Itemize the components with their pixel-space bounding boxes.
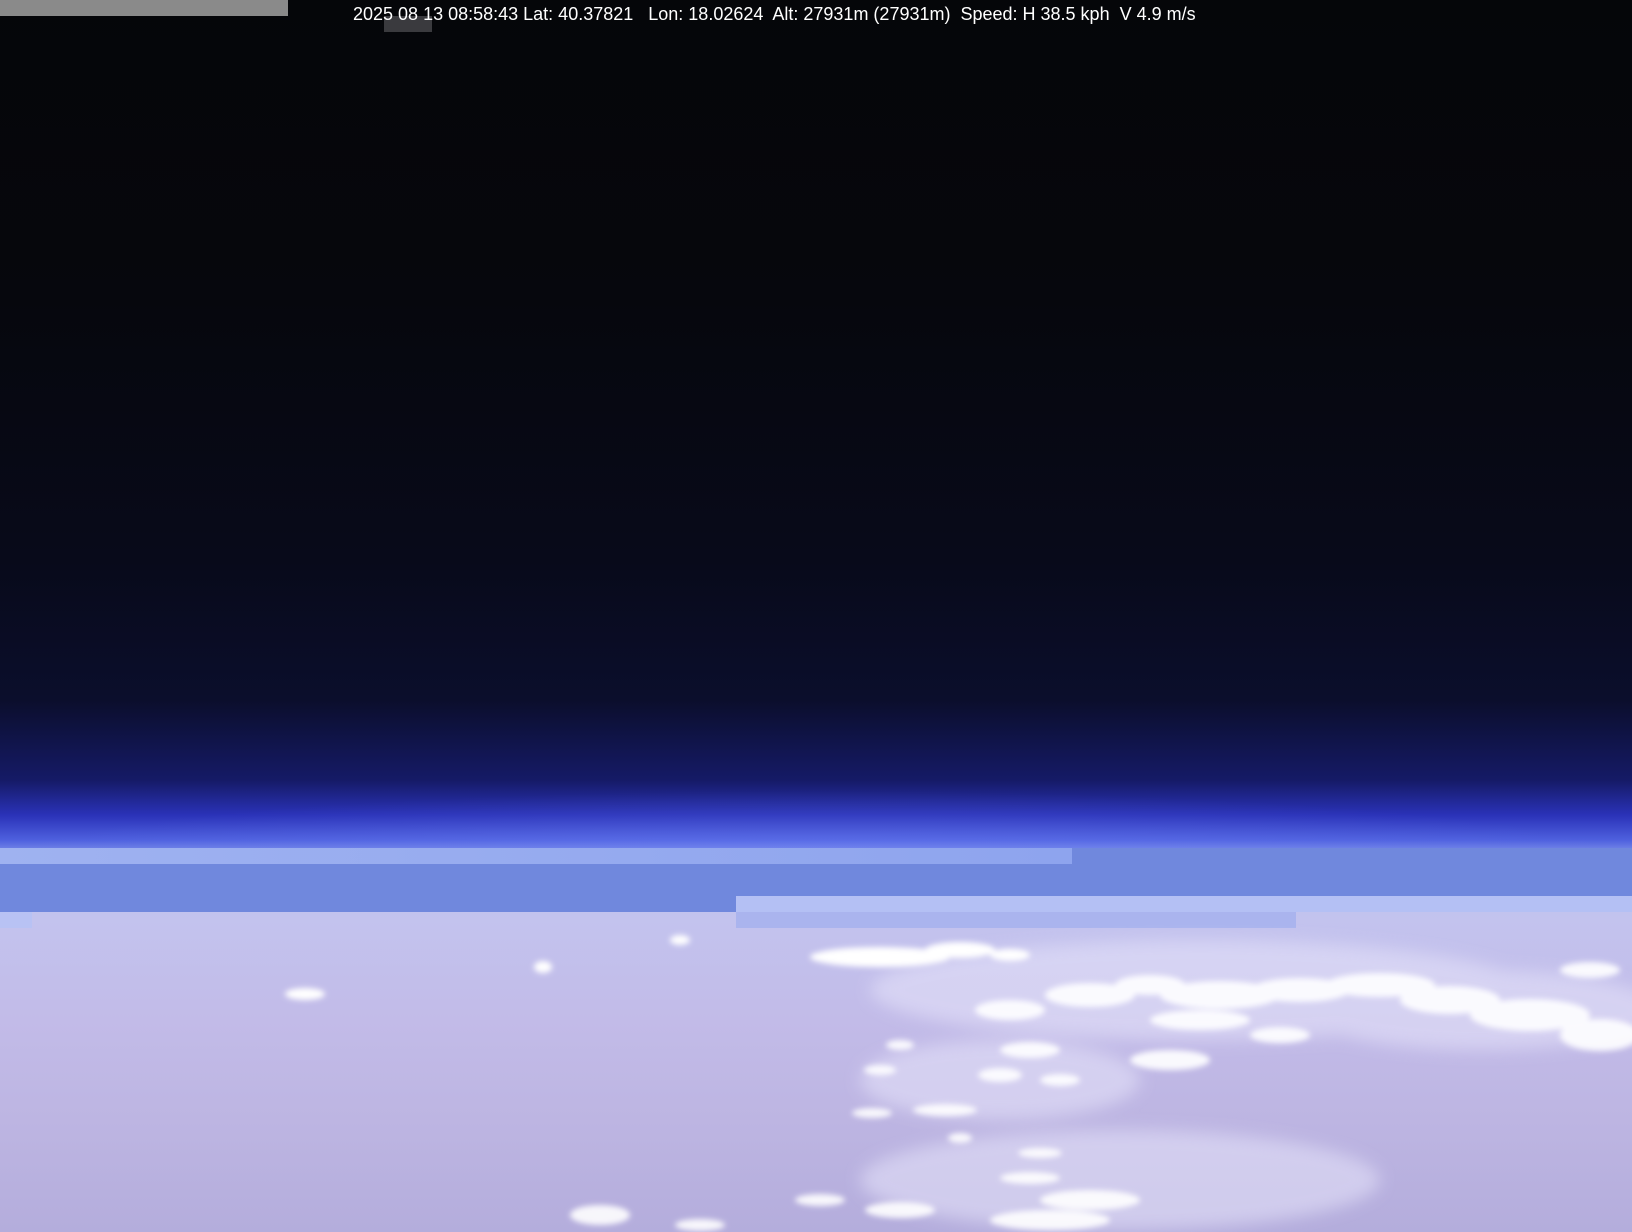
cloud-puff [913, 1104, 977, 1116]
cloud-puff [670, 935, 690, 945]
cloud-puff [1000, 1172, 1060, 1184]
redaction-bar [0, 0, 288, 16]
cloud-puff [795, 1194, 845, 1206]
cloud-puff [1040, 1190, 1140, 1210]
cloud-puff [990, 1210, 1110, 1230]
cloud-puff [865, 1202, 935, 1218]
cloud-puff [285, 988, 325, 1000]
cloud-puff [570, 1205, 630, 1225]
cloud-field [285, 935, 1632, 1231]
cloud-puff [990, 949, 1030, 961]
cloud-puff [852, 1108, 892, 1118]
cloud-puff [948, 1133, 972, 1143]
cloud-puff [1018, 1148, 1062, 1158]
balloon-camera-frame: 2025 08 13 08:58:43 Lat: 40.37821 Lon: 1… [0, 0, 1632, 1232]
telemetry-overlay: 2025 08 13 08:58:43 Lat: 40.37821 Lon: 1… [353, 4, 1196, 24]
cloud-puff [925, 942, 995, 958]
cloud-puff [675, 1219, 725, 1231]
cloud-puff [534, 961, 552, 973]
